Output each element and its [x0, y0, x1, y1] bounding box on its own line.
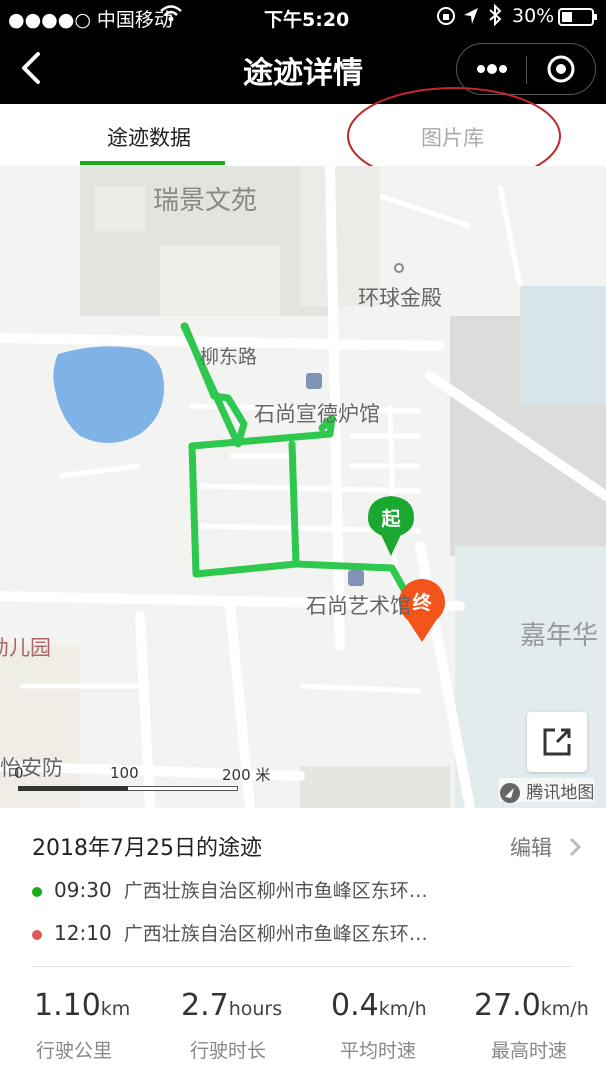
tencent-map-logo-icon: [500, 783, 520, 803]
end-dot-icon: [32, 929, 42, 940]
map-label-liudong-road: 柳东路: [200, 346, 258, 368]
edit-button[interactable]: 编辑: [510, 832, 585, 862]
scale-label-zero: 0: [14, 764, 24, 782]
active-tab-indicator: [80, 161, 225, 165]
clock: 下午5:20: [264, 9, 350, 31]
start-marker[interactable]: 起: [368, 504, 414, 531]
map-brand: 腾讯地图: [499, 778, 595, 803]
stat-max-speed-value: 27.0km/h: [474, 988, 589, 1023]
map-label-huanqiu: 环球金殿: [358, 286, 442, 310]
battery-icon: [558, 8, 598, 31]
end-address: 广西壮族自治区柳州市鱼峰区东环…: [123, 923, 428, 945]
stat-avg-speed-label: 平均时速: [340, 1040, 417, 1062]
carrier-label: ●●●●○ 中国移动: [8, 9, 173, 31]
map-label-ruijing: 瑞景文苑: [153, 186, 258, 216]
stat-avg-speed-value: 0.4km/h: [331, 988, 427, 1023]
end-point-row: 12:10 广西壮族自治区柳州市鱼峰区东环…: [32, 919, 592, 949]
start-point-row: 09:30 广西壮族自治区柳州市鱼峰区东环…: [32, 876, 592, 906]
map-label-kindergarten: 幼儿园: [0, 636, 51, 660]
divider: [32, 966, 574, 967]
scale-label-mid: 100: [110, 764, 139, 782]
tab-bar: 途迹数据 图片库: [0, 87, 606, 185]
scale-bar: 0 100 200 米: [14, 764, 274, 794]
status-bar: ●●●●○ 中国移动 下午5:20 30%: [0, 0, 606, 34]
scale-label-max: 200 米: [222, 766, 271, 784]
orientation-lock-icon: [436, 6, 456, 31]
bluetooth-icon: [488, 3, 502, 31]
wifi-icon: [160, 4, 182, 29]
external-link-icon: [543, 728, 571, 756]
stat-distance-value: 1.10km: [34, 988, 131, 1023]
start-dot-icon: [32, 886, 42, 897]
start-address: 广西壮族自治区柳州市鱼峰区东环…: [123, 880, 428, 902]
battery-percent: 30%: [512, 5, 555, 27]
map-view[interactable]: 瑞景文苑 环球金殿 柳东路 石尚宣德炉馆 石尚艺术馆 嘉年华 幼儿园 怡安防 起…: [0, 166, 606, 808]
map-label-xuande: 石尚宣德炉馆: [254, 402, 380, 426]
tab-track-data[interactable]: 途迹数据: [107, 122, 191, 152]
stat-duration-value: 2.7hours: [181, 988, 283, 1023]
stat-max-speed-label: 最高时速: [491, 1040, 568, 1062]
trip-info-panel: 2018年7月25日的途迹 编辑 09:30 广西壮族自治区柳州市鱼峰区东环… …: [0, 808, 606, 1078]
location-arrow-icon: [462, 6, 480, 31]
stat-duration-label: 行驶时长: [190, 1040, 267, 1062]
stat-distance-label: 行驶公里: [36, 1040, 113, 1062]
trip-title: 2018年7月25日的途迹: [32, 836, 262, 861]
end-time: 12:10: [54, 921, 112, 945]
map-label-yishu: 石尚艺术馆: [306, 594, 411, 618]
chevron-right-icon: [569, 837, 581, 857]
map-background: [0, 166, 606, 808]
end-marker[interactable]: 终: [399, 588, 445, 615]
map-label-jianianhua: 嘉年华: [520, 621, 599, 651]
share-map-button[interactable]: [527, 712, 587, 772]
start-time: 09:30: [54, 878, 112, 902]
